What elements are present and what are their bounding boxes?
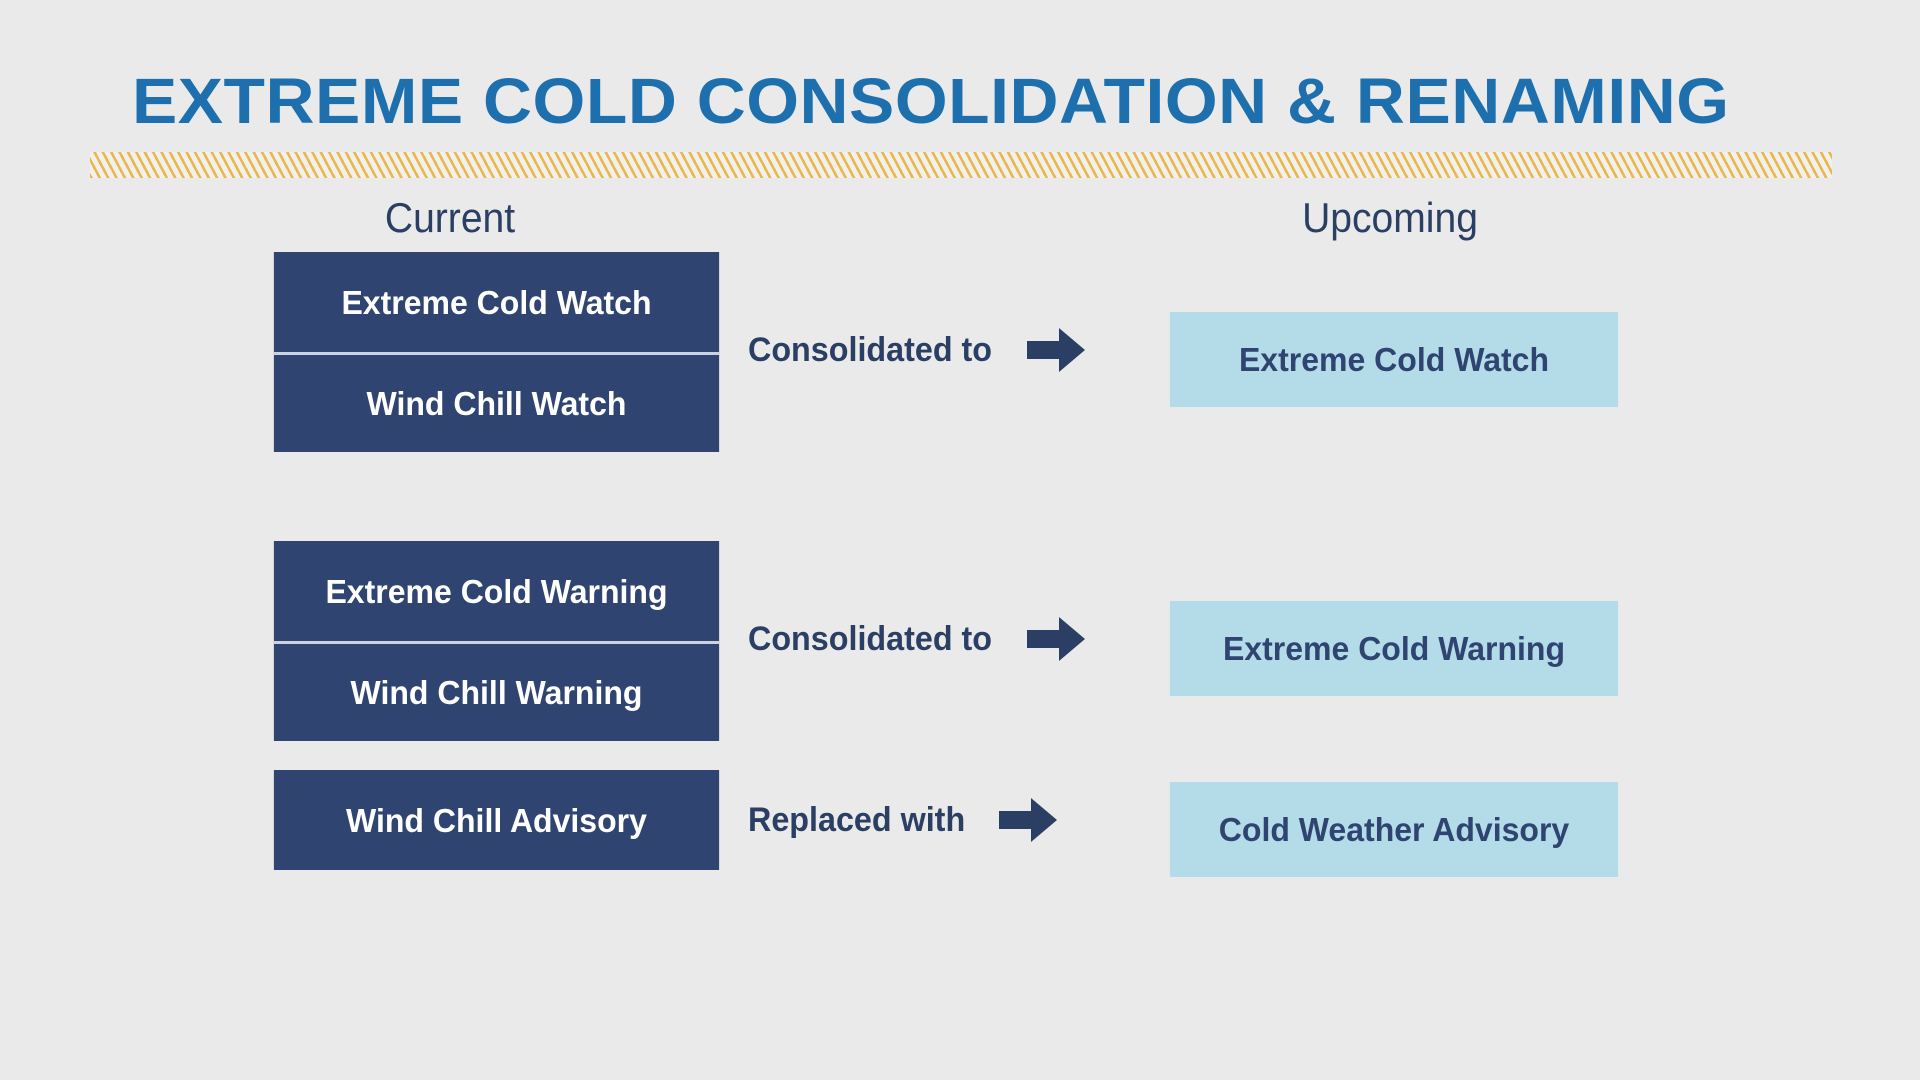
upcoming-product-box[interactable]: Cold Weather Advisory [1169,782,1619,877]
column-header-current: Current [384,194,516,241]
current-product-stack: Extreme Cold Watch Wind Chill Watch [267,252,726,452]
right-arrow-icon [998,798,1057,842]
page-title: Extreme Cold Consolidation & Renaming [132,65,1730,137]
column-header-upcoming: Upcoming [1302,194,1478,241]
upcoming-product-box[interactable]: Extreme Cold Watch [1169,312,1619,407]
upcoming-product-box[interactable]: Extreme Cold Warning [1169,601,1619,696]
right-arrow-icon [1026,328,1085,372]
relation-label: Consolidated to [748,331,993,369]
relation-connector: Consolidated to [748,609,1148,669]
current-product-box[interactable]: Wind Chill Advisory [273,770,720,870]
current-product-stack: Extreme Cold Warning Wind Chill Warning [267,541,726,741]
relation-label: Consolidated to [748,620,993,658]
current-product-box[interactable]: Wind Chill Watch [273,352,720,452]
right-arrow-icon [1026,617,1085,661]
relation-label: Replaced with [748,801,966,839]
current-product-box[interactable]: Extreme Cold Watch [273,252,720,352]
current-product-stack: Wind Chill Advisory [267,770,726,870]
relation-connector: Consolidated to [748,320,1148,380]
current-product-box[interactable]: Wind Chill Warning [273,641,720,741]
decorative-stripe-band [90,152,1832,178]
relation-connector: Replaced with [748,790,1148,850]
current-product-box[interactable]: Extreme Cold Warning [273,541,720,641]
slide-canvas: Extreme Cold Consolidation & Renaming Cu… [0,0,1920,1080]
